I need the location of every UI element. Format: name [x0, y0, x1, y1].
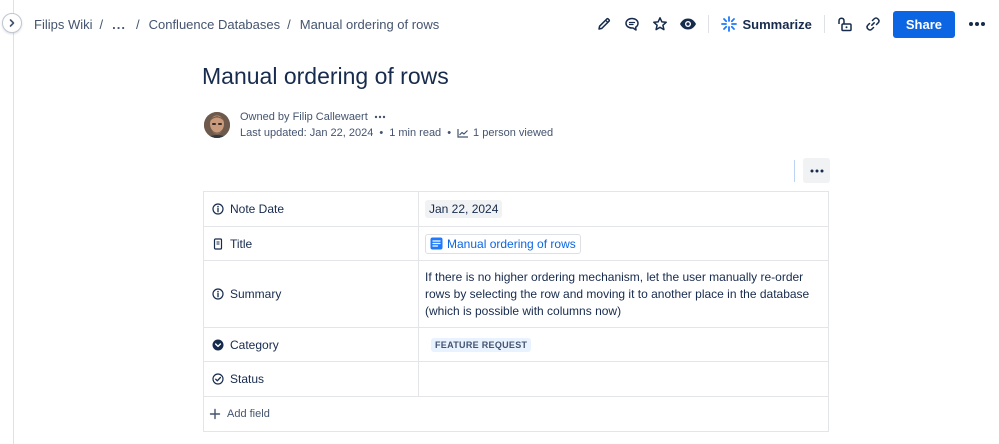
property-value-cell[interactable]: FEATURE REQUEST [418, 327, 829, 362]
property-row-category: Category FEATURE REQUEST [203, 327, 829, 362]
page-views[interactable]: 1 person viewed [457, 125, 553, 141]
restrictions-button[interactable] [831, 10, 859, 38]
page-properties-table: Note Date Jan 22, 2024 Title Manual orde… [203, 191, 829, 432]
check-circle-icon [212, 373, 224, 385]
property-key-cell[interactable]: Status [203, 361, 419, 397]
info-icon [212, 203, 224, 215]
add-field-cell: Add field [203, 396, 829, 432]
property-value-cell[interactable]: Jan 22, 2024 [418, 191, 829, 227]
properties-more-button[interactable] [803, 158, 830, 183]
toolbar-divider [823, 15, 825, 33]
property-row-title: Title Manual ordering of rows [203, 226, 829, 261]
breadcrumb-separator: / [135, 16, 140, 32]
separator-dot: • [379, 127, 384, 139]
property-row-status: Status [203, 361, 829, 397]
property-key-cell[interactable]: Title [203, 226, 419, 261]
toolbar-divider [708, 15, 710, 33]
star-button[interactable] [646, 10, 674, 38]
property-key-cell[interactable]: Summary [203, 260, 419, 328]
breadcrumb-separator: / [287, 16, 291, 32]
unlock-icon [838, 17, 852, 32]
sparkle-icon [721, 16, 738, 32]
breadcrumb-databases[interactable]: Confluence Databases [149, 17, 281, 32]
summary-value: If there is no higher ordering mechanism… [425, 269, 810, 318]
property-label: Title [230, 236, 253, 251]
property-key-cell[interactable]: Note Date [203, 191, 419, 227]
more-icon [810, 169, 823, 172]
pencil-icon [598, 17, 611, 30]
separator-dot: • [447, 127, 452, 139]
page-title: Manual ordering of rows [202, 63, 449, 89]
document-icon [430, 237, 443, 250]
chevron-circle-icon [212, 339, 224, 350]
chevron-right-icon [9, 19, 15, 27]
breadcrumb: Filips Wiki / ... / Confluence Databases… [34, 17, 439, 32]
comments-button[interactable] [618, 10, 646, 38]
breadcrumb-ellipsis[interactable]: ... [112, 17, 126, 32]
properties-toolbar [794, 158, 830, 183]
share-button[interactable]: Share [892, 10, 955, 38]
left-sidebar-rail [0, 0, 14, 444]
plus-icon [209, 408, 221, 420]
breadcrumb-current-page[interactable]: Manual ordering of rows [300, 17, 439, 32]
byline-text: Owned by Filip Callewaert Last updated: … [240, 109, 553, 141]
more-icon[interactable] [374, 115, 386, 119]
property-value-cell[interactable]: Manual ordering of rows [418, 226, 829, 261]
page-actions: Summarize Share [590, 0, 999, 48]
watch-button[interactable] [674, 10, 702, 38]
category-lozenge[interactable]: FEATURE REQUEST [431, 338, 532, 352]
property-label: Category [230, 337, 279, 352]
breadcrumb-separator: / [99, 16, 104, 32]
eye-icon [680, 18, 697, 30]
copy-link-button[interactable] [859, 10, 887, 38]
date-value[interactable]: Jan 22, 2024 [425, 200, 503, 218]
property-row-note-date: Note Date Jan 22, 2024 [203, 191, 829, 227]
read-time: 1 min read [389, 127, 442, 139]
property-label: Note Date [230, 202, 285, 216]
more-actions-button[interactable] [963, 10, 991, 38]
avatar[interactable] [204, 112, 230, 138]
edit-button[interactable] [590, 10, 618, 38]
views-count: 1 person viewed [473, 127, 554, 139]
page-byline: Owned by Filip Callewaert Last updated: … [204, 109, 553, 141]
summarize-label: Summarize [742, 16, 812, 32]
link-icon [866, 17, 880, 31]
expand-sidebar-button[interactable] [2, 13, 22, 33]
add-field-label: Add field [227, 408, 270, 420]
last-updated[interactable]: Last updated: Jan 22, 2024 [240, 125, 373, 141]
page-link-label: Manual ordering of rows [447, 236, 576, 251]
page-link-chip[interactable]: Manual ordering of rows [425, 233, 581, 254]
comment-icon [625, 17, 640, 31]
add-field-button[interactable]: Add field [205, 408, 827, 420]
more-icon [969, 22, 985, 26]
page-owner[interactable]: Owned by Filip Callewaert [240, 109, 368, 125]
info-icon [212, 288, 224, 300]
property-row-add-field: Add field [203, 396, 829, 432]
property-label: Summary [230, 287, 282, 301]
page-icon [213, 237, 223, 250]
breadcrumb-space[interactable]: Filips Wiki [34, 17, 93, 32]
star-icon [653, 17, 668, 31]
toolbar-divider [794, 159, 795, 182]
analytics-icon [457, 129, 469, 138]
avatar-photo [204, 112, 230, 138]
property-value-cell[interactable] [418, 361, 829, 397]
summarize-button[interactable]: Summarize [715, 16, 817, 32]
property-row-summary: Summary If there is no higher ordering m… [203, 260, 829, 328]
property-key-cell[interactable]: Category [203, 327, 419, 362]
property-label: Status [230, 372, 265, 386]
property-value-cell[interactable]: If there is no higher ordering mechanism… [418, 260, 829, 328]
